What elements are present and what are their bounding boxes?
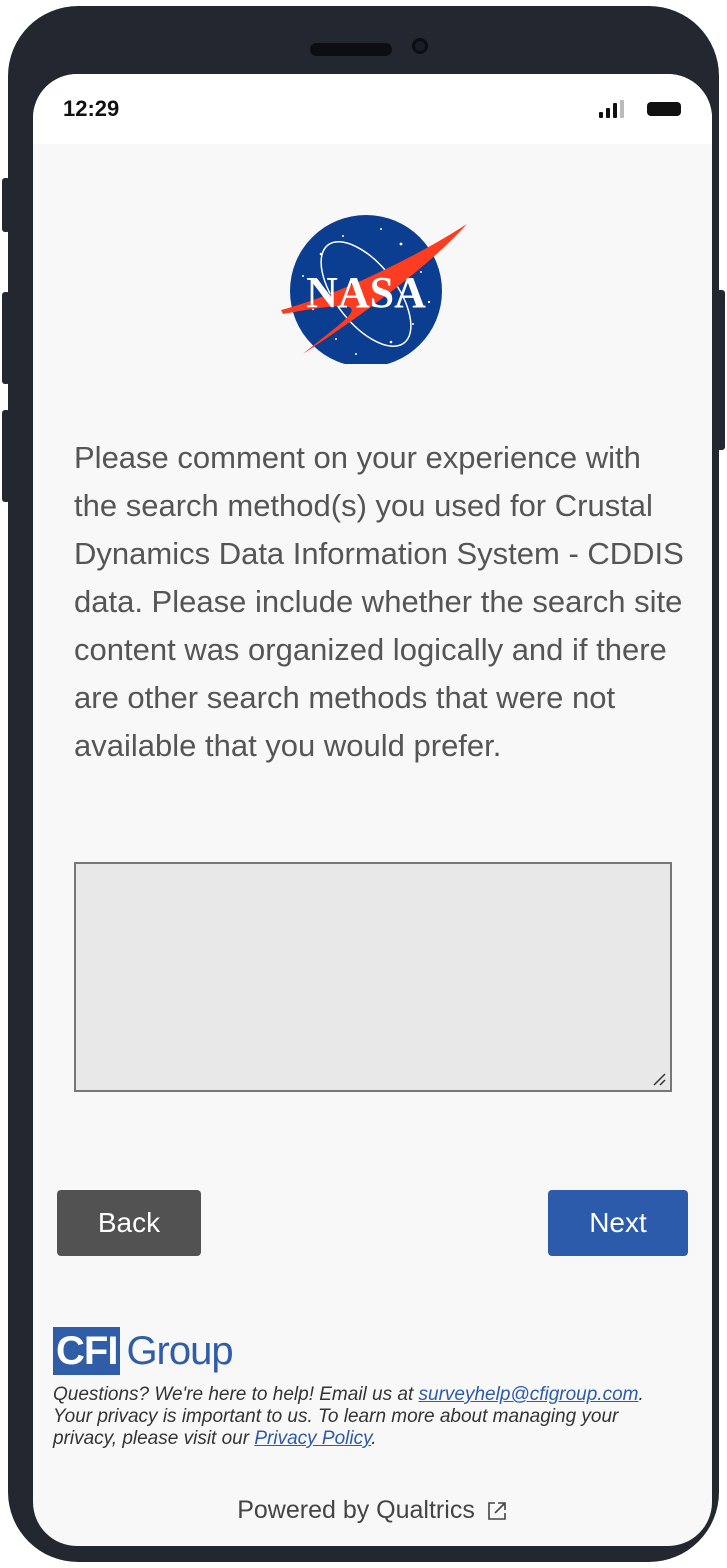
cfi-group-logo: CFI Group bbox=[53, 1326, 234, 1376]
phone-side-button bbox=[2, 178, 10, 232]
help-line: Questions? We're here to help! Email us … bbox=[53, 1384, 683, 1406]
phone-volume-up-button bbox=[2, 292, 10, 384]
external-link-icon bbox=[487, 1502, 506, 1521]
powered-by-text: Powered by Qualtrics bbox=[237, 1496, 475, 1524]
privacy-suffix: . bbox=[371, 1428, 377, 1449]
help-suffix: . bbox=[638, 1384, 644, 1405]
phone-camera bbox=[412, 38, 428, 54]
question-text: Please comment on your experience with t… bbox=[74, 440, 684, 763]
resize-grip-icon[interactable] bbox=[652, 1072, 666, 1086]
nasa-logo: NASA bbox=[281, 215, 467, 364]
phone-volume-down-button bbox=[2, 410, 10, 502]
status-time: 12:29 bbox=[63, 96, 120, 121]
powered-by-qualtrics[interactable]: Powered by Qualtrics bbox=[33, 1496, 712, 1525]
screen: 12:29 NASA Please comment on your experi… bbox=[33, 74, 712, 1546]
back-button[interactable]: Back bbox=[57, 1190, 201, 1256]
help-email-link[interactable]: surveyhelp@cfigroup.com bbox=[419, 1384, 639, 1405]
next-button[interactable]: Next bbox=[548, 1190, 688, 1256]
phone-speaker bbox=[310, 43, 392, 56]
phone-frame: 12:29 NASA Please comment on your experi… bbox=[8, 6, 719, 1562]
help-prefix: Questions? We're here to help! Email us … bbox=[53, 1384, 419, 1405]
privacy-policy-link[interactable]: Privacy Policy bbox=[254, 1428, 371, 1449]
comment-textarea[interactable] bbox=[74, 862, 672, 1092]
battery-icon bbox=[647, 102, 681, 116]
nasa-logo-text: NASA bbox=[306, 268, 426, 317]
phone-power-button bbox=[717, 290, 725, 450]
footer-text: Questions? We're here to help! Email us … bbox=[53, 1384, 683, 1450]
signal-icon bbox=[599, 100, 625, 118]
cfi-logo-word: Group bbox=[126, 1328, 233, 1373]
cfi-logo-box: CFI bbox=[53, 1327, 121, 1375]
privacy-line: Your privacy is important to us. To lear… bbox=[53, 1406, 683, 1450]
status-bar: 12:29 bbox=[33, 74, 712, 144]
